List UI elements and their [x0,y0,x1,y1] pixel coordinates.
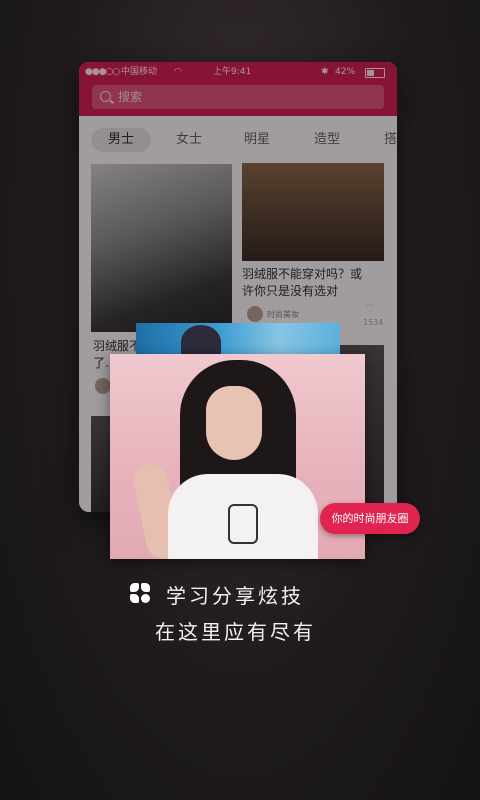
tab-outfits[interactable]: 搭配 [371,128,397,152]
battery-icon [365,68,385,78]
avatar[interactable] [95,378,111,394]
battery-percent: 42% [335,67,356,77]
photo-face [206,386,262,460]
status-time: 上午9:41 [213,67,252,77]
search-icon [100,91,111,102]
tab-stars[interactable]: 明星 [231,128,283,152]
feed-card-title-line2[interactable]: 许你只是没有选对 [242,283,392,300]
social-badge: 你的时尚朋友圈 [320,503,420,534]
signal-indicator: ●●●○○ [85,67,120,77]
tagline-line1: 学习分享炫技 [166,584,304,608]
feed-card-title[interactable]: 羽绒服不能穿对吗？或 [242,266,392,283]
heart-icon[interactable]: ♡ [365,302,375,315]
search-placeholder: 搜索 [118,90,143,104]
category-tabs: 男士 女士 明星 造型 搭配 [79,128,397,156]
feed-card-image[interactable] [91,164,232,332]
search-input[interactable]: 搜索 [92,85,384,109]
bluetooth-icon: ✱ [321,67,329,77]
avatar[interactable] [247,306,263,322]
tab-styling[interactable]: 造型 [301,128,353,152]
author-name[interactable]: 时尚美妆 [267,309,299,320]
status-bar: ●●●○○ 中国移动 ◠ 上午9:41 ✱ 42% [79,62,397,82]
app-header: 搜索 [79,82,397,116]
tab-women[interactable]: 女士 [163,128,215,152]
photo-shirt-print [228,504,258,544]
feed-card-image[interactable] [242,163,384,261]
wifi-icon: ◠ [174,67,182,77]
app-logo-icon [130,583,151,604]
tagline-line2: 在这里应有尽有 [155,620,316,644]
tab-men[interactable]: 男士 [91,128,151,152]
like-count: 1534 [363,318,384,327]
carrier-name: 中国移动 [121,67,158,77]
